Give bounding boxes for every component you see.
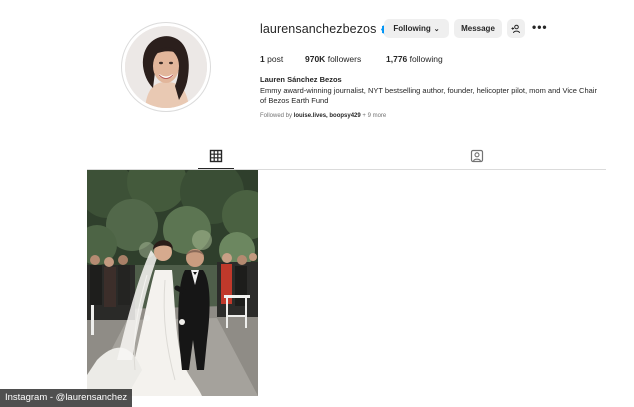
followers-label: followers [327, 54, 362, 64]
posts-stat: 1 post [260, 54, 283, 64]
followed-by[interactable]: Followed by louise.lives, boopsy429 + 9 … [260, 113, 386, 119]
followers-count: 970K [305, 54, 326, 64]
avatar-image [125, 26, 207, 108]
following-button[interactable]: Following ⌄ [384, 19, 449, 38]
post-thumbnail[interactable] [87, 170, 258, 396]
chevron-down-icon: ⌄ [433, 25, 440, 33]
tagged-icon[interactable] [470, 149, 484, 163]
followed-by-prefix: Followed by [260, 113, 293, 119]
posts-count: 1 [260, 54, 265, 64]
following-button-label: Following [393, 24, 431, 33]
followers-stat[interactable]: 970K followers [305, 54, 361, 64]
followed-by-separator: , [326, 113, 328, 119]
photo-credit: Instagram - @laurensanchez [0, 389, 133, 407]
more-dots-icon[interactable]: ••• [532, 20, 548, 34]
followed-by-user-1[interactable]: louise.lives [294, 113, 326, 119]
posts-label: post [267, 54, 284, 64]
username: laurensanchezbezos [260, 22, 377, 36]
avatar[interactable] [125, 26, 207, 108]
message-button[interactable]: Message [454, 19, 502, 38]
message-button-label: Message [461, 24, 495, 33]
following-count: 1,776 [386, 54, 408, 64]
profile-header: laurensanchezbezos [260, 18, 395, 40]
suggest-similar-button[interactable] [507, 19, 525, 38]
add-person-icon [511, 24, 520, 33]
grid-icon[interactable] [209, 149, 223, 163]
bio-text: Emmy award-winning journalist, NYT bests… [260, 86, 597, 105]
following-stat[interactable]: 1,776 following [386, 54, 443, 64]
full-name: Lauren Sánchez Bezos [260, 75, 342, 84]
followed-by-user-2[interactable]: boopsy429 [329, 113, 360, 119]
following-label: following [409, 54, 443, 64]
followed-by-more: + 9 more [362, 113, 387, 119]
wedding-photo [87, 170, 258, 396]
